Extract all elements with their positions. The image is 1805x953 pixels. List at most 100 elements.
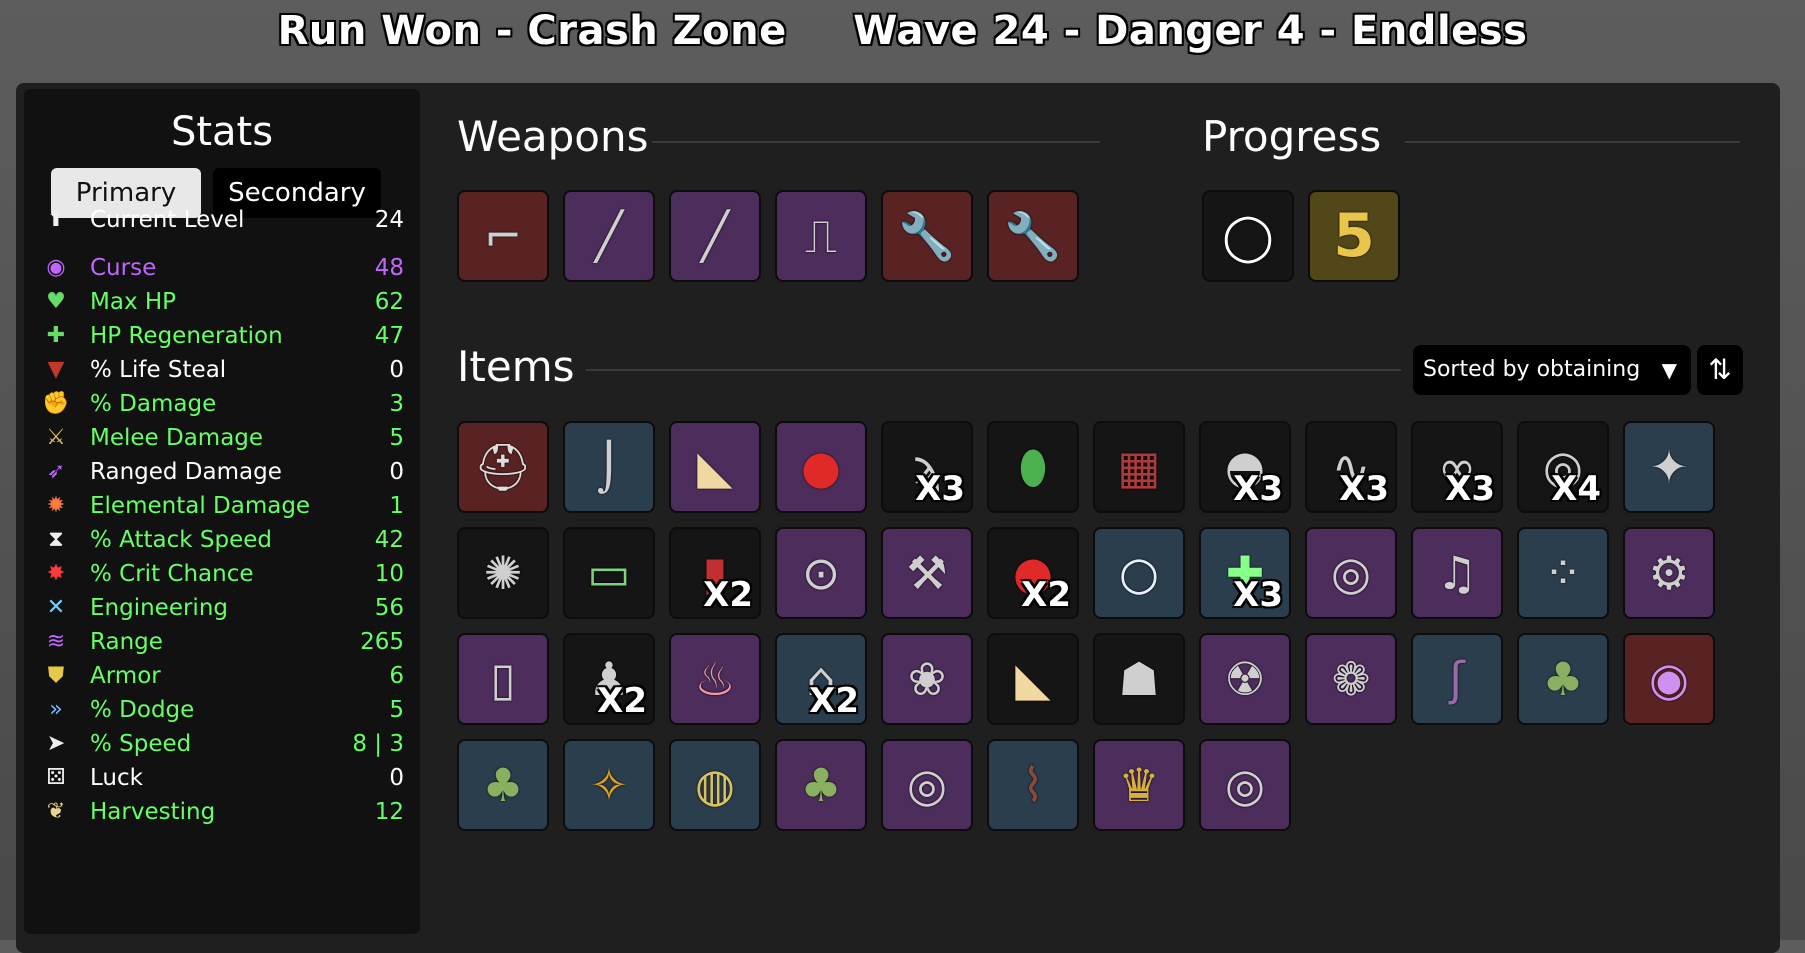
item-slot[interactable]: ∞ X3 — [1411, 421, 1503, 513]
item-slot[interactable]: ✺ — [457, 527, 549, 619]
stat-label: Ranged Damage — [90, 459, 282, 485]
stat-row[interactable]: ⧗ % Attack Speed 42 — [42, 523, 404, 557]
stat-row[interactable]: ❦ Harvesting 12 — [42, 795, 404, 829]
item-slot[interactable]: ⚙ — [1623, 527, 1715, 619]
item-slot[interactable]: ○ — [1093, 527, 1185, 619]
item-slot[interactable]: ▭ — [563, 527, 655, 619]
item-slot[interactable]: ▮ X2 — [669, 527, 761, 619]
sword-icon: ⚔ — [46, 425, 66, 450]
item-slot[interactable]: ◉ — [1623, 633, 1715, 725]
stats-title: Stats — [170, 109, 274, 155]
goggles-icon: ⊙ — [801, 546, 841, 600]
item-slot[interactable]: ⛑ — [457, 421, 549, 513]
progress-slot[interactable]: ◯ — [1202, 190, 1294, 282]
item-slot[interactable]: ♣ — [775, 739, 867, 831]
wave-info-title: Wave 24 - Danger 4 - Endless — [853, 8, 1528, 54]
stat-value: 42 — [374, 527, 404, 553]
stat-label: Max HP — [90, 289, 177, 315]
item-slot[interactable]: ⬮ — [987, 421, 1079, 513]
weapon-slot[interactable]: 🔧 — [881, 190, 973, 282]
item-slot[interactable]: ♣ — [1517, 633, 1609, 725]
stat-row[interactable]: ≋ Range 265 — [42, 625, 404, 659]
golden-orb-icon: ◍ — [694, 758, 736, 812]
stat-label: Elemental Damage — [90, 493, 311, 519]
stat-value: 12 — [374, 799, 404, 825]
item-quantity: X2 — [703, 575, 753, 615]
screwdriver-icon: ╱ — [701, 209, 729, 263]
item-slot[interactable]: ♟ X2 — [563, 633, 655, 725]
dash-icon: » — [49, 697, 63, 722]
item-slot[interactable]: ◣ — [669, 421, 761, 513]
stat-row[interactable]: ➤ % Speed 8 | 3 — [42, 727, 404, 761]
weapon-slot[interactable]: ╱ — [669, 190, 761, 282]
stat-row[interactable]: ✊ % Damage 3 — [42, 387, 404, 421]
item-slot[interactable]: ✦ — [1623, 421, 1715, 513]
stat-value: 0 — [389, 459, 404, 485]
item-slot[interactable]: ✧ — [563, 739, 655, 831]
item-slot[interactable]: ◎ — [1199, 739, 1291, 831]
stat-value: 10 — [374, 561, 404, 587]
item-slot[interactable]: ⊙ — [775, 527, 867, 619]
dice-icon: ⚄ — [46, 765, 66, 790]
item-slot[interactable]: ◎ — [1305, 527, 1397, 619]
sort-dropdown[interactable]: Sorted by obtaining ▼ — [1413, 345, 1691, 395]
stat-row[interactable]: ✚ HP Regeneration 47 — [42, 319, 404, 353]
item-slot[interactable]: ♫ — [1411, 527, 1503, 619]
stat-value: 1 — [389, 493, 404, 519]
item-quantity: X3 — [1233, 575, 1283, 615]
item-slot[interactable]: ϡ X3 — [881, 421, 973, 513]
item-slot[interactable]: ❀ — [881, 633, 973, 725]
item-slot[interactable]: ✚ X3 — [1199, 527, 1291, 619]
item-slot[interactable]: ▦ — [1093, 421, 1185, 513]
progress-slot[interactable]: 5 — [1308, 190, 1400, 282]
stat-row[interactable]: ✕ Engineering 56 — [42, 591, 404, 625]
item-slot[interactable]: ♛ — [1093, 739, 1185, 831]
item-slot[interactable]: ⌇ — [987, 739, 1079, 831]
item-slot[interactable]: ◓ X3 — [1199, 421, 1291, 513]
item-slot[interactable]: ♨ — [669, 633, 761, 725]
stat-row[interactable]: ✹ Elemental Damage 1 — [42, 489, 404, 523]
item-quantity: X2 — [1021, 575, 1071, 615]
wheat-icon: ❦ — [46, 799, 66, 824]
stat-row[interactable]: ♥ Max HP 62 — [42, 285, 404, 319]
stat-row[interactable]: ▼ % Life Steal 0 — [42, 353, 404, 387]
stat-row[interactable]: ⚔ Melee Damage 5 — [42, 421, 404, 455]
stat-label: Harvesting — [90, 799, 216, 825]
item-slot[interactable]: ∿ X3 — [1305, 421, 1397, 513]
item-slot[interactable]: ● — [775, 421, 867, 513]
crit-burst-icon: ✸ — [46, 561, 66, 586]
item-slot[interactable]: ◍ — [669, 739, 761, 831]
weapon-slot[interactable]: ╱ — [563, 190, 655, 282]
item-slot[interactable]: ❁ — [1305, 633, 1397, 725]
item-slot[interactable]: ⚒ — [881, 527, 973, 619]
item-slot[interactable]: ⌡ — [563, 421, 655, 513]
boot-icon: ➤ — [46, 731, 66, 756]
item-slot[interactable]: ʃ — [1411, 633, 1503, 725]
stats-panel: Stats Primary Secondary ⬆ Current Level 24… — [24, 89, 420, 934]
stat-row[interactable]: ⬆ Current Level 24 — [42, 203, 404, 237]
cheese-icon: ◣ — [1015, 652, 1051, 706]
item-slot[interactable]: ▯ — [457, 633, 549, 725]
stat-row[interactable]: ⚄ Luck 0 — [42, 761, 404, 795]
item-slot[interactable]: ☗ — [1093, 633, 1185, 725]
stat-value: 5 — [389, 697, 404, 723]
stat-row[interactable]: ◉ Curse 48 — [42, 251, 404, 285]
weapon-slot[interactable]: 🔧 — [987, 190, 1079, 282]
stat-row[interactable]: ➶ Ranged Damage 0 — [42, 455, 404, 489]
stat-row[interactable]: ✸ % Crit Chance 10 — [42, 557, 404, 591]
item-slot[interactable]: ⌂ X2 — [775, 633, 867, 725]
item-slot[interactable]: ♣ — [457, 739, 549, 831]
item-slot[interactable]: ☢ — [1199, 633, 1291, 725]
item-slot[interactable]: ◎ — [881, 739, 973, 831]
stat-value: 47 — [374, 323, 404, 349]
item-slot[interactable]: ◎ X4 — [1517, 421, 1609, 513]
item-slot[interactable]: ● X2 — [987, 527, 1079, 619]
stat-row[interactable]: ⛊ Armor 6 — [42, 659, 404, 693]
item-slot[interactable]: ⁘ — [1517, 527, 1609, 619]
item-slot[interactable]: ◣ — [987, 633, 1079, 725]
sort-direction-button[interactable]: ⇅ — [1697, 345, 1743, 395]
weapon-slot[interactable]: ⌐ — [457, 190, 549, 282]
flame-icon: ✹ — [46, 493, 66, 518]
stat-row[interactable]: » % Dodge 5 — [42, 693, 404, 727]
weapon-slot[interactable]: ⎍ — [775, 190, 867, 282]
